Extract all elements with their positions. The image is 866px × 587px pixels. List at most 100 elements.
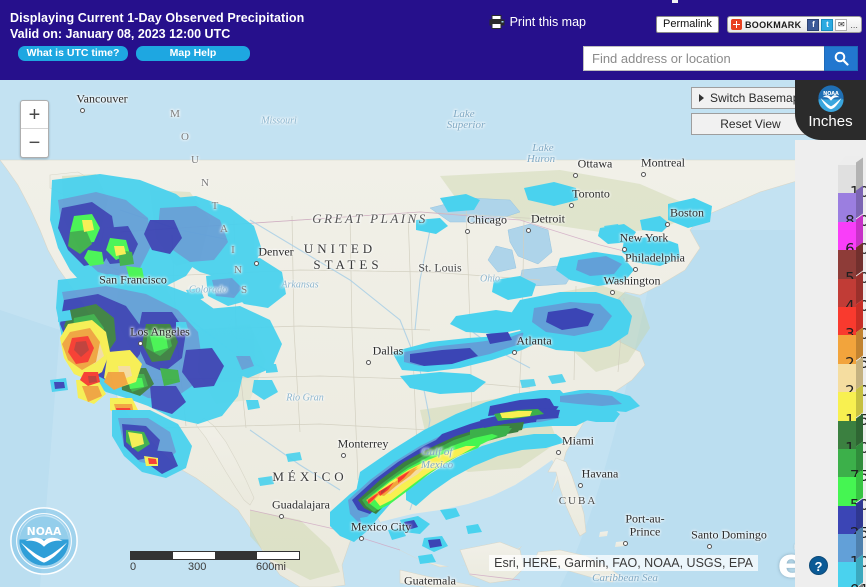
location-search — [583, 46, 858, 71]
map-city-dot — [610, 290, 615, 295]
legend-title: Inches — [808, 113, 853, 130]
permalink-button[interactable]: Permalink — [656, 16, 719, 33]
bookmark-plus-icon — [731, 19, 742, 30]
map-attribution: Esri, HERE, Garmin, FAO, NOAA, USGS, EPA — [489, 555, 758, 571]
map-label: Missouri — [261, 115, 297, 127]
map-city-dot — [526, 228, 531, 233]
precipitation-map-app: Displaying Current 1-Day Observed Precip… — [0, 0, 866, 587]
print-map-button[interactable]: Print this map — [489, 15, 586, 29]
printer-icon — [489, 15, 505, 29]
map-label: Gulf of — [421, 446, 453, 458]
map-help-button[interactable]: Map Help — [136, 46, 250, 61]
map-label: Santo Domingo — [691, 527, 767, 542]
map-label: T — [211, 200, 219, 212]
chevron-right-icon — [699, 94, 704, 102]
map-label: MÉXICO — [272, 469, 348, 484]
map-city-dot — [359, 536, 364, 541]
map-label: N — [201, 177, 209, 189]
map-label: Rio Gran — [286, 392, 324, 404]
scale-bar: 0 300 600mi — [130, 551, 330, 575]
search-input[interactable] — [583, 46, 824, 71]
zoom-out-button[interactable]: − — [21, 129, 48, 157]
map-city-dot — [633, 267, 638, 272]
map-city-dot — [578, 483, 583, 488]
map-label: Ohio — [480, 273, 500, 285]
map-label: Mexico City — [350, 519, 412, 534]
noaa-logo-icon: NOAA — [818, 85, 844, 112]
map-label: Miami — [562, 433, 594, 448]
map-label: CUBA — [558, 495, 598, 507]
map-city-dot — [665, 222, 670, 227]
map-label: A — [220, 223, 228, 235]
map-label: Colorado — [188, 284, 228, 296]
noaa-seal-logo: NOAA — [10, 507, 78, 575]
map-label: UNITED — [303, 241, 377, 256]
valid-timestamp: Valid on: January 08, 2023 12:00 UTC — [10, 27, 231, 41]
map-label: Washington — [603, 273, 661, 288]
reset-view-button[interactable]: Reset View — [691, 113, 810, 135]
map-label: San Francisco — [99, 272, 167, 287]
map-city-dot — [573, 173, 578, 178]
more-share-options[interactable]: ... — [850, 20, 858, 30]
scale-tick-600: 600mi — [256, 561, 286, 573]
map-label: Superior — [446, 119, 486, 131]
map-label: Los Angeles — [130, 324, 190, 339]
map-label: U — [191, 154, 199, 166]
map-city-dot — [465, 229, 470, 234]
page-header: Displaying Current 1-Day Observed Precip… — [0, 0, 866, 80]
map-city-dot — [641, 172, 646, 177]
bookmark-share-widget[interactable]: BOOKMARK f t ✉ ... — [727, 16, 862, 33]
map-city-dot — [707, 544, 712, 549]
map-label: Chicago — [467, 212, 507, 227]
map-label: S — [240, 284, 248, 296]
map-label: Arkansas — [281, 279, 319, 291]
what-is-utc-button[interactable]: What is UTC time? — [18, 46, 128, 61]
map-label: Havana — [581, 466, 619, 481]
legend-color-bar: 108.06.05.04.03.02.52.01.51.0.75.50.25.1… — [838, 157, 866, 587]
map-label: Guadalajara — [272, 497, 330, 512]
zoom-in-button[interactable]: + — [21, 101, 48, 129]
map-label: Caribbean Sea — [592, 572, 658, 584]
twitter-icon[interactable]: t — [821, 18, 834, 31]
map-label: Monterrey — [337, 436, 389, 451]
map-label: Huron — [526, 153, 556, 165]
map-city-dot — [366, 360, 371, 365]
map-city-dot — [279, 514, 284, 519]
zoom-control[interactable]: + − — [20, 100, 49, 158]
map-city-dot — [569, 203, 574, 208]
map-label: Dallas — [372, 343, 404, 358]
map-label: GREAT PLAINS — [312, 211, 428, 226]
search-button[interactable] — [824, 46, 858, 71]
email-icon[interactable]: ✉ — [835, 18, 848, 31]
map-label: Guatemala — [404, 573, 456, 587]
facebook-icon[interactable]: f — [807, 18, 820, 31]
precipitation-legend: NOAA Inches 108.06.05.04.03.02.52.01.51.… — [795, 80, 866, 587]
legend-help-button[interactable]: ? — [809, 556, 828, 575]
search-icon — [834, 51, 849, 66]
scale-tick-0: 0 — [130, 561, 137, 573]
map-city-dot — [80, 108, 85, 113]
legend-header: NOAA Inches — [795, 80, 866, 140]
map-label: Montreal — [641, 155, 685, 170]
map-city-dot — [138, 341, 143, 346]
scale-bar-ticks: 0 300 600mi — [130, 561, 330, 575]
map-label: Boston — [669, 205, 705, 220]
map-label: Denver — [258, 244, 294, 259]
map-city-dot — [556, 450, 561, 455]
map-label: Vancouver — [76, 91, 128, 106]
map-label: Philadelphia — [625, 250, 685, 265]
map-label: Mexico — [420, 459, 454, 471]
switch-basemap-button[interactable]: Switch Basemap — [691, 87, 810, 109]
map-label: New York — [619, 230, 669, 245]
map-city-dot — [623, 541, 628, 546]
legend-scale: 108.06.05.04.03.02.52.01.51.0.75.50.25.1… — [795, 140, 866, 587]
bookmark-label: BOOKMARK — [745, 19, 802, 30]
map-label: Prince — [629, 524, 661, 539]
map-label: Detroit — [531, 211, 565, 226]
map-label: Atlanta — [516, 333, 552, 348]
switch-basemap-label: Switch Basemap — [710, 91, 800, 105]
map-viewport[interactable]: Vancouver Missouri Lake Superior Lake Huron Ot… — [0, 80, 866, 587]
map-label: St. Louis — [418, 260, 462, 275]
map-label: Ottawa — [577, 156, 613, 171]
map-label: I — [231, 244, 235, 256]
